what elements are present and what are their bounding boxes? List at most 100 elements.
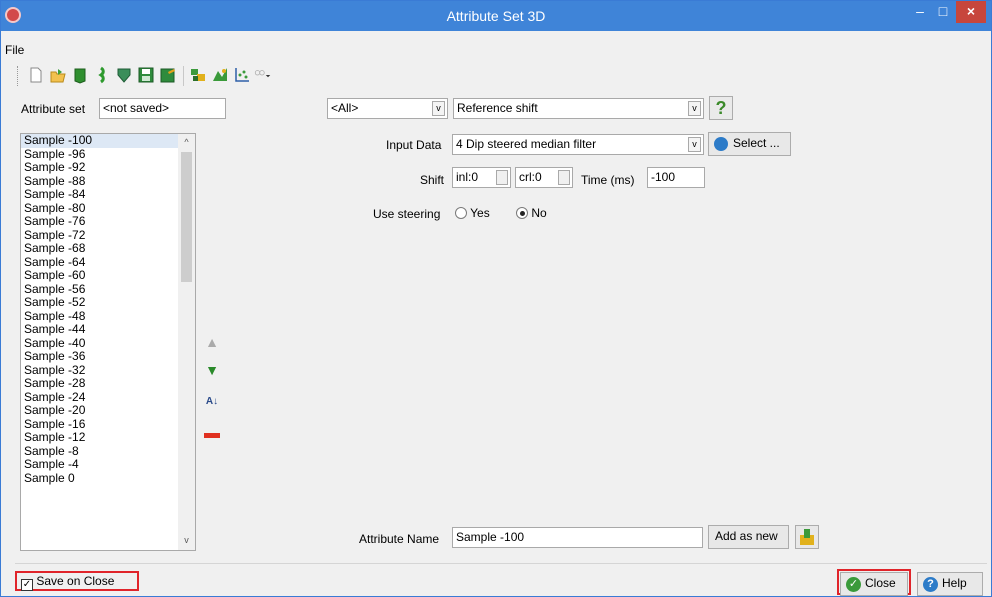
toolbar-separator (183, 66, 184, 86)
more-dropdown-icon[interactable] (253, 66, 271, 84)
inline-value: inl:0 (456, 170, 479, 184)
use-steering-label: Use steering (373, 207, 441, 221)
import-green-icon[interactable] (93, 66, 111, 84)
move-up-icon[interactable]: ▲ (203, 333, 221, 351)
crossplot-icon[interactable] (233, 66, 251, 84)
attribute-name-label: Attribute Name (359, 532, 440, 546)
list-item[interactable]: Sample -32 (21, 363, 195, 378)
help-button-label: Help (942, 576, 967, 590)
input-data-combo[interactable]: 4 Dip steered median filter v (452, 134, 704, 155)
input-data-label: Input Data (386, 138, 442, 152)
list-item[interactable]: Sample -44 (21, 322, 195, 337)
cross-plot-icon[interactable] (211, 66, 229, 84)
close-button[interactable]: ✓ Close (840, 572, 908, 596)
menu-file[interactable]: File (5, 43, 24, 57)
maximize-button[interactable]: □ (931, 1, 955, 23)
add-as-new-button[interactable]: Add as new (708, 525, 789, 549)
spin-icon[interactable] (496, 170, 508, 185)
list-item[interactable]: Sample -20 (21, 403, 195, 418)
list-item[interactable]: Sample -96 (21, 147, 195, 162)
list-item[interactable]: Sample -76 (21, 214, 195, 229)
toolbar-grip[interactable] (17, 66, 21, 86)
shift-label: Shift (420, 173, 445, 187)
list-item[interactable]: Sample -28 (21, 376, 195, 391)
scroll-thumb[interactable] (181, 152, 192, 282)
remove-icon[interactable] (203, 427, 221, 445)
help-icon: ? (923, 577, 938, 592)
list-item[interactable]: Sample -88 (21, 174, 195, 189)
minimize-button[interactable]: – (907, 1, 933, 23)
import-icon[interactable] (71, 66, 89, 84)
inline-spinbox[interactable]: inl:0 (452, 167, 511, 188)
time-label: Time (ms) (581, 173, 635, 187)
radio-no[interactable] (516, 207, 528, 219)
crossline-value: crl:0 (519, 170, 542, 184)
crossline-spinbox[interactable]: crl:0 (515, 167, 573, 188)
attribute-type-combo[interactable]: Reference shift v (453, 98, 704, 119)
list-item[interactable]: Sample -92 (21, 160, 195, 175)
attribute-name-field[interactable]: Sample -100 (452, 527, 703, 548)
list-item[interactable]: Sample -64 (21, 255, 195, 270)
list-item[interactable]: Sample -84 (21, 187, 195, 202)
steering-no-label: No (531, 206, 547, 220)
scroll-up-icon[interactable]: ^ (178, 134, 195, 150)
attribute-evaluate-icon[interactable] (189, 66, 207, 84)
add-to-set-button[interactable] (795, 525, 819, 549)
export-icon[interactable] (115, 66, 133, 84)
check-icon: ✓ (846, 577, 861, 592)
category-combo[interactable]: <All> v (327, 98, 448, 119)
database-icon (714, 137, 728, 151)
list-item[interactable]: Sample -56 (21, 282, 195, 297)
footer-divider (15, 563, 987, 564)
window-title: Attribute Set 3D (446, 8, 546, 24)
list-item[interactable]: Sample -16 (21, 417, 195, 432)
steering-yes-label: Yes (470, 206, 490, 220)
list-item[interactable]: Sample -48 (21, 309, 195, 324)
list-item[interactable]: Sample -36 (21, 349, 195, 364)
attribute-set-field[interactable]: <not saved> (99, 98, 226, 119)
radio-yes[interactable] (455, 207, 467, 219)
attribute-type-value: Reference shift (457, 101, 538, 115)
steering-yes-option[interactable]: Yes (455, 206, 490, 220)
list-scrollbar[interactable]: ^ v (178, 134, 195, 550)
list-item[interactable]: Sample -60 (21, 268, 195, 283)
time-field[interactable]: -100 (647, 167, 705, 188)
chevron-down-icon: v (432, 101, 445, 116)
select-input-label: Select ... (733, 136, 780, 150)
spin-icon[interactable] (558, 170, 570, 185)
attributes-list[interactable]: Sample -100 Sample -96 Sample -92 Sample -8… (20, 133, 196, 551)
list-item[interactable]: Sample -52 (21, 295, 195, 310)
sort-az-icon[interactable]: A↓ (203, 393, 221, 411)
scroll-down-icon[interactable]: v (178, 532, 195, 548)
input-data-value: 4 Dip steered median filter (456, 137, 597, 151)
help-question-button[interactable]: ? (709, 96, 733, 120)
help-button[interactable]: ? Help (917, 572, 983, 596)
category-combo-value: <All> (331, 101, 359, 115)
checkbox-icon[interactable]: ✓ (21, 579, 33, 591)
list-item[interactable]: Sample -72 (21, 228, 195, 243)
attribute-set-window: Attribute Set 3D – □ × File Attribute se… (0, 0, 992, 597)
list-item[interactable]: Sample 0 (21, 471, 195, 486)
close-window-button[interactable]: × (956, 1, 986, 23)
new-icon[interactable] (27, 66, 45, 84)
list-item[interactable]: Sample -24 (21, 390, 195, 405)
list-item[interactable]: Sample -8 (21, 444, 195, 459)
chevron-down-icon: v (688, 137, 701, 152)
select-input-button[interactable]: Select ... (708, 132, 791, 156)
save-as-icon[interactable] (159, 66, 177, 84)
close-button-label: Close (865, 576, 896, 590)
list-item[interactable]: Sample -68 (21, 241, 195, 256)
move-down-icon[interactable]: ▼ (203, 361, 221, 379)
save-icon[interactable] (137, 66, 155, 84)
save-on-close-label: Save on Close (36, 574, 115, 588)
save-on-close-checkbox[interactable]: ✓ Save on Close (21, 574, 114, 591)
list-item[interactable]: Sample -80 (21, 201, 195, 216)
list-item[interactable]: Sample -4 (21, 457, 195, 472)
open-icon[interactable] (49, 66, 67, 84)
title-bar[interactable]: Attribute Set 3D – □ × (1, 1, 991, 31)
menu-bar: File (1, 41, 991, 59)
list-item[interactable]: Sample -12 (21, 430, 195, 445)
steering-no-option[interactable]: No (516, 206, 547, 220)
list-item[interactable]: Sample -40 (21, 336, 195, 351)
list-item[interactable]: Sample -100 (21, 134, 195, 148)
